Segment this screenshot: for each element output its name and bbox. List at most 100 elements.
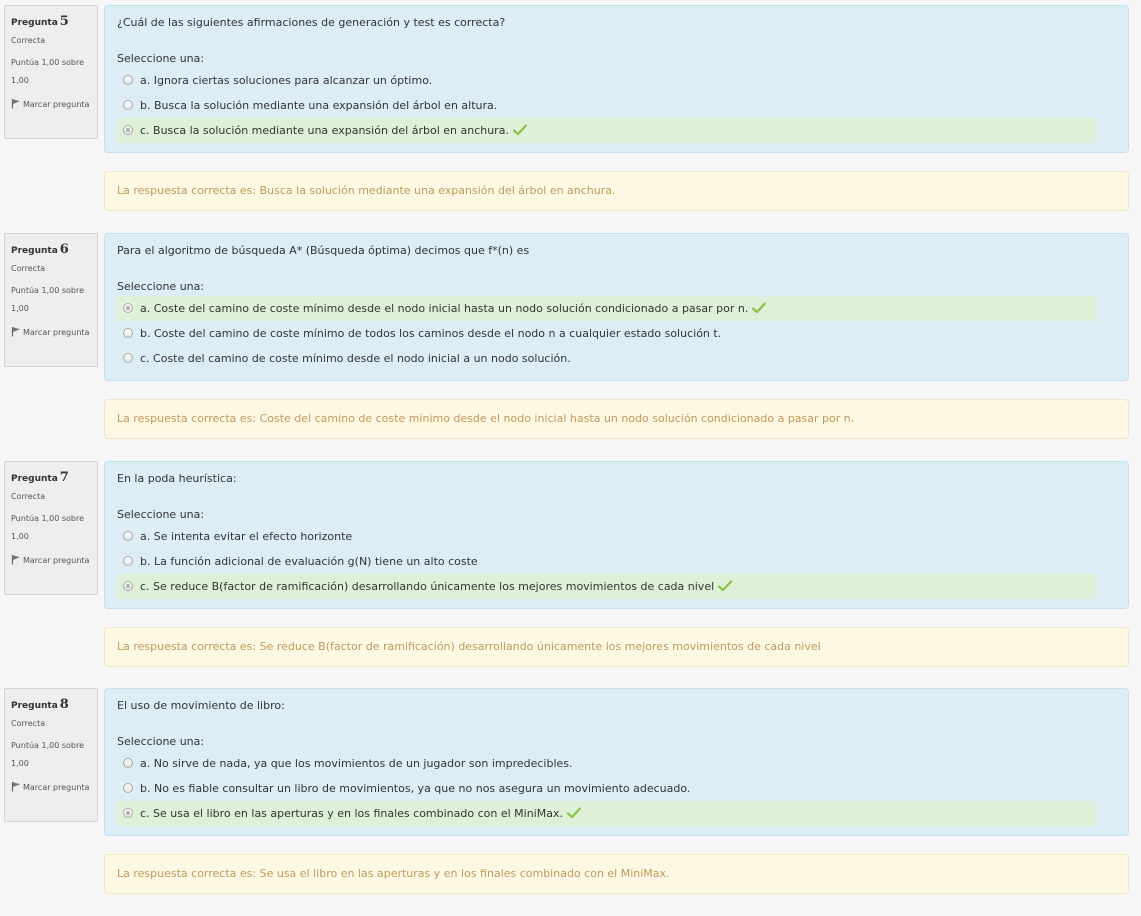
answer-prompt: Seleccione una: bbox=[117, 735, 205, 748]
option-label: a. No sirve de nada, ya que los movimien… bbox=[140, 757, 573, 770]
question-state: Correcta bbox=[11, 492, 46, 501]
question-info: Pregunta 7 Correcta Puntúa 1,00 sobre 1,0… bbox=[4, 461, 98, 595]
answer-option[interactable]: a. Coste del camino de coste mínimo desd… bbox=[117, 296, 1097, 321]
flag-label: Marcar pregunta bbox=[23, 783, 90, 792]
option-label: b. No es fiable consultar un libro de mo… bbox=[140, 782, 691, 795]
answer-option[interactable]: c. Coste del camino de coste mínimo desd… bbox=[117, 346, 1097, 371]
question-number-value: 7 bbox=[59, 470, 69, 485]
question-number-value: 8 bbox=[59, 697, 69, 712]
option-label: c. Busca la solución mediante una expans… bbox=[140, 124, 509, 137]
answer-option[interactable]: b. Coste del camino de coste mínimo de t… bbox=[117, 321, 1097, 346]
question-number-value: 6 bbox=[59, 242, 69, 257]
question-grade: Puntúa 1,00 sobre 1,00 bbox=[11, 741, 85, 768]
question-state: Correcta bbox=[11, 36, 46, 45]
question-formulation: El uso de movimiento de libro: Seleccion… bbox=[104, 688, 1129, 836]
question-number: Pregunta 5 bbox=[11, 12, 97, 32]
question-grade: Puntúa 1,00 sobre 1,00 bbox=[11, 286, 85, 313]
question-number: Pregunta 8 bbox=[11, 695, 97, 715]
answer-options: a. Ignora ciertas soluciones para alcanz… bbox=[117, 68, 1097, 143]
question-word: Pregunta bbox=[11, 474, 58, 484]
flag-icon bbox=[11, 555, 20, 565]
flag-icon bbox=[11, 782, 20, 792]
checkmark-icon bbox=[752, 302, 767, 314]
radio-button[interactable] bbox=[123, 531, 133, 541]
radio-button[interactable] bbox=[123, 783, 133, 793]
answer-option[interactable]: c. Se usa el libro en las aperturas y en… bbox=[117, 801, 1097, 826]
question-word: Pregunta bbox=[11, 18, 58, 28]
answer-option[interactable]: a. Se intenta evitar el efecto horizonte bbox=[117, 524, 1097, 549]
answer-options: a. Coste del camino de coste mínimo desd… bbox=[117, 296, 1097, 371]
radio-button[interactable] bbox=[123, 758, 133, 768]
answer-option[interactable]: c. Se reduce B(factor de ramificación) d… bbox=[117, 574, 1097, 599]
answer-option[interactable]: a. No sirve de nada, ya que los movimien… bbox=[117, 751, 1097, 776]
option-label: b. Busca la solución mediante una expans… bbox=[140, 99, 498, 112]
correct-answer-feedback: La respuesta correcta es: Coste del cami… bbox=[104, 399, 1129, 439]
question-formulation: Para el algoritmo de búsqueda A* (Búsque… bbox=[104, 233, 1129, 381]
question-text: En la poda heurística: bbox=[117, 472, 237, 485]
question-word: Pregunta bbox=[11, 701, 58, 711]
radio-button[interactable] bbox=[123, 556, 133, 566]
radio-button[interactable] bbox=[123, 75, 133, 85]
answer-option[interactable]: c. Busca la solución mediante una expans… bbox=[117, 118, 1097, 143]
checkmark-icon bbox=[718, 580, 733, 592]
radio-button[interactable] bbox=[123, 303, 133, 313]
checkmark-icon bbox=[512, 124, 527, 136]
answer-option[interactable]: b. La función adicional de evaluación g(… bbox=[117, 549, 1097, 574]
question-7: Pregunta 7 Correcta Puntúa 1,00 sobre 1,0… bbox=[0, 461, 1141, 689]
checkmark-icon bbox=[566, 807, 581, 819]
question-number-value: 5 bbox=[59, 14, 69, 29]
option-label: c. Coste del camino de coste mínimo desd… bbox=[140, 352, 571, 365]
flag-question-link[interactable]: Marcar pregunta bbox=[11, 779, 95, 797]
flag-question-link[interactable]: Marcar pregunta bbox=[11, 552, 95, 570]
option-label: c. Se reduce B(factor de ramificación) d… bbox=[140, 580, 715, 593]
correct-answer-feedback: La respuesta correcta es: Se usa el libr… bbox=[104, 854, 1129, 894]
radio-button[interactable] bbox=[123, 808, 133, 818]
option-label: c. Se usa el libro en las aperturas y en… bbox=[140, 807, 563, 820]
flag-label: Marcar pregunta bbox=[23, 556, 90, 565]
radio-button[interactable] bbox=[123, 100, 133, 110]
option-label: b. Coste del camino de coste mínimo de t… bbox=[140, 327, 722, 340]
question-text: Para el algoritmo de búsqueda A* (Búsque… bbox=[117, 244, 530, 257]
answer-prompt: Seleccione una: bbox=[117, 280, 205, 293]
radio-button[interactable] bbox=[123, 581, 133, 591]
option-label: b. La función adicional de evaluación g(… bbox=[140, 555, 478, 568]
flag-question-link[interactable]: Marcar pregunta bbox=[11, 96, 95, 114]
answer-prompt: Seleccione una: bbox=[117, 52, 205, 65]
question-info: Pregunta 8 Correcta Puntúa 1,00 sobre 1,0… bbox=[4, 688, 98, 822]
answer-option[interactable]: b. No es fiable consultar un libro de mo… bbox=[117, 776, 1097, 801]
radio-button[interactable] bbox=[123, 328, 133, 338]
question-grade: Puntúa 1,00 sobre 1,00 bbox=[11, 58, 85, 85]
flag-icon bbox=[11, 327, 20, 337]
question-info: Pregunta 6 Correcta Puntúa 1,00 sobre 1,0… bbox=[4, 233, 98, 367]
answer-options: a. Se intenta evitar el efecto horizonte… bbox=[117, 524, 1097, 599]
flag-question-link[interactable]: Marcar pregunta bbox=[11, 324, 95, 342]
flag-label: Marcar pregunta bbox=[23, 100, 90, 109]
option-label: a. Ignora ciertas soluciones para alcanz… bbox=[140, 74, 433, 87]
question-word: Pregunta bbox=[11, 246, 58, 256]
question-state: Correcta bbox=[11, 264, 46, 273]
flag-icon bbox=[11, 99, 20, 109]
correct-answer-feedback: La respuesta correcta es: Busca la soluc… bbox=[104, 171, 1129, 211]
answer-option[interactable]: a. Ignora ciertas soluciones para alcanz… bbox=[117, 68, 1097, 93]
answer-option[interactable]: b. Busca la solución mediante una expans… bbox=[117, 93, 1097, 118]
question-formulation: ¿Cuál de las siguientes afirmaciones de … bbox=[104, 5, 1129, 153]
correct-answer-feedback: La respuesta correcta es: Se reduce B(fa… bbox=[104, 627, 1129, 667]
radio-button[interactable] bbox=[123, 125, 133, 135]
question-info: Pregunta 5 Correcta Puntúa 1,00 sobre 1,0… bbox=[4, 5, 98, 139]
question-formulation: En la poda heurística: Seleccione una: a… bbox=[104, 461, 1129, 609]
option-label: a. Coste del camino de coste mínimo desd… bbox=[140, 302, 749, 315]
flag-label: Marcar pregunta bbox=[23, 328, 90, 337]
question-text: ¿Cuál de las siguientes afirmaciones de … bbox=[117, 16, 506, 29]
question-5: Pregunta 5 Correcta Puntúa 1,00 sobre 1,0… bbox=[0, 5, 1141, 233]
answer-options: a. No sirve de nada, ya que los movimien… bbox=[117, 751, 1097, 826]
question-number: Pregunta 7 bbox=[11, 468, 97, 488]
question-grade: Puntúa 1,00 sobre 1,00 bbox=[11, 514, 85, 541]
question-6: Pregunta 6 Correcta Puntúa 1,00 sobre 1,0… bbox=[0, 233, 1141, 461]
question-text: El uso de movimiento de libro: bbox=[117, 699, 285, 712]
answer-prompt: Seleccione una: bbox=[117, 508, 205, 521]
option-label: a. Se intenta evitar el efecto horizonte bbox=[140, 530, 353, 543]
question-state: Correcta bbox=[11, 719, 46, 728]
radio-button[interactable] bbox=[123, 353, 133, 363]
question-8: Pregunta 8 Correcta Puntúa 1,00 sobre 1,0… bbox=[0, 688, 1141, 916]
question-number: Pregunta 6 bbox=[11, 240, 97, 260]
